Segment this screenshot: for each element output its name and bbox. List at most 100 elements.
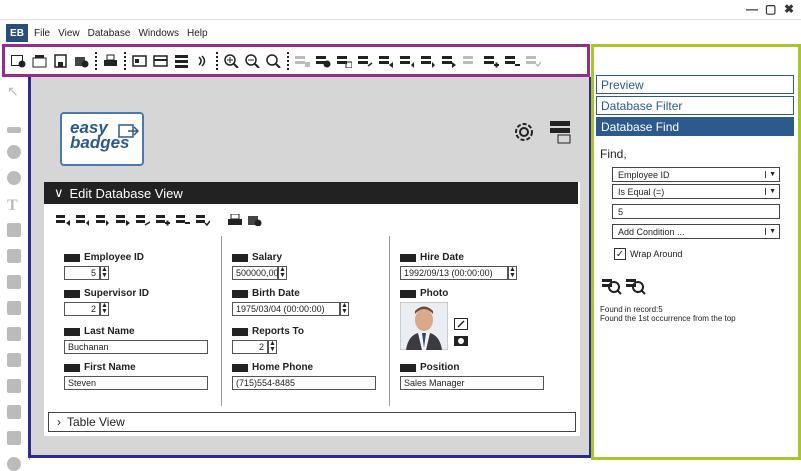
field-label: Birth Date xyxy=(252,288,300,299)
picture-tool-icon[interactable] xyxy=(7,353,21,367)
magstripe-tool-icon[interactable] xyxy=(7,405,21,419)
card2-icon[interactable] xyxy=(153,54,168,68)
camera-icon[interactable] xyxy=(454,334,468,346)
find-value-input[interactable]: 5 xyxy=(612,204,780,219)
signature-tool-icon[interactable] xyxy=(7,431,21,445)
reports-to-input[interactable]: 2 xyxy=(232,340,268,354)
menu-help[interactable]: Help xyxy=(187,28,208,39)
db-first-icon[interactable] xyxy=(379,54,394,68)
tab-database-find[interactable]: Database Find xyxy=(596,117,794,136)
spin-button[interactable]: ▲ ▼ xyxy=(508,266,517,280)
birth-date-input[interactable]: 1975/03/04 (00:00:00) xyxy=(232,302,340,316)
print-icon[interactable] xyxy=(228,214,242,226)
field-label: Supervisor ID xyxy=(84,288,150,299)
chevron-down-icon[interactable]: ∨ xyxy=(54,185,64,201)
zoom-fit-icon[interactable] xyxy=(266,53,281,68)
spin-button[interactable]: ▲ ▼ xyxy=(100,302,109,316)
db-remove-icon[interactable] xyxy=(176,214,190,226)
db-next-icon[interactable] xyxy=(96,214,110,226)
db-check-icon[interactable] xyxy=(196,214,210,226)
db-last-icon[interactable] xyxy=(442,54,457,68)
menu-view[interactable]: View xyxy=(58,28,80,39)
menu-windows[interactable]: Windows xyxy=(138,28,179,39)
gear-icon[interactable] xyxy=(512,120,536,144)
camera-tool-icon[interactable] xyxy=(7,379,21,393)
db-minus-icon[interactable] xyxy=(505,54,520,68)
menu-file[interactable]: File xyxy=(34,28,50,39)
spin-button[interactable]: ▲ ▼ xyxy=(100,266,109,280)
panel-header[interactable]: ∨ Edit Database View xyxy=(44,182,578,204)
find-result: Found in record:5 Found the 1st occurren… xyxy=(600,305,736,323)
spin-button[interactable]: ▲ ▼ xyxy=(340,302,349,316)
wrap-around-option[interactable]: ✓ Wrap Around xyxy=(614,248,682,260)
text-tool-icon[interactable]: T xyxy=(7,197,21,214)
pointer-icon[interactable]: ↖ xyxy=(7,83,21,99)
find-next-icon[interactable] xyxy=(626,277,646,295)
find-label: Find, xyxy=(600,147,627,161)
add-condition-select[interactable]: Add Condition ... ▼ xyxy=(612,224,780,239)
first-name-input[interactable]: Steven xyxy=(64,376,208,390)
db-undo-icon[interactable] xyxy=(358,54,373,68)
position-input[interactable]: Sales Manager xyxy=(400,376,544,390)
spin-button[interactable]: ▲ ▼ xyxy=(268,340,277,354)
ellipse-tool-icon[interactable] xyxy=(7,145,21,159)
delete-icon[interactable] xyxy=(248,214,262,226)
list-icon[interactable] xyxy=(174,54,189,68)
last-name-input[interactable]: Buchanan xyxy=(64,340,208,354)
rfid-icon[interactable] xyxy=(195,54,210,68)
menu-database[interactable]: Database xyxy=(88,28,131,39)
maximize-icon[interactable]: ▢ xyxy=(765,2,776,16)
delete-icon[interactable] xyxy=(74,54,89,68)
save-icon[interactable] xyxy=(53,53,68,68)
star-tool-icon[interactable] xyxy=(7,171,21,185)
fingerprint-tool-icon[interactable] xyxy=(7,457,21,471)
find-previous-icon[interactable] xyxy=(602,277,622,295)
db-undo-icon[interactable] xyxy=(136,214,150,226)
minimize-icon[interactable]: — xyxy=(746,2,758,16)
db-next-icon[interactable] xyxy=(421,54,436,68)
table-view-section[interactable]: › Table View xyxy=(48,412,576,432)
table-view-label: Table View xyxy=(67,415,125,429)
qrcode-tool-icon[interactable] xyxy=(7,301,21,315)
zoom-out-icon[interactable] xyxy=(245,53,260,68)
field-select[interactable]: Employee ID ▼ xyxy=(612,167,780,182)
field-label: Salary xyxy=(252,252,283,263)
db-remove-icon[interactable] xyxy=(484,54,499,68)
open-icon[interactable] xyxy=(32,54,47,68)
image-tool-icon[interactable] xyxy=(7,327,21,341)
home-phone-input[interactable]: (715)554-8485 xyxy=(232,376,376,390)
zoom-in-icon[interactable] xyxy=(224,53,239,68)
operator-select[interactable]: Is Equal (=) ▼ xyxy=(612,184,780,199)
toolbar-separator xyxy=(287,51,289,70)
edit-photo-icon[interactable] xyxy=(454,318,468,330)
db-sync-icon[interactable] xyxy=(337,54,352,68)
wrap-around-checkbox[interactable]: ✓ xyxy=(614,248,626,260)
add-condition-value: Add Condition ... xyxy=(618,226,685,237)
tab-preview[interactable]: Preview xyxy=(596,75,794,94)
hire-date-input[interactable]: 1992/09/13 (00:00:00) xyxy=(400,266,508,280)
barcode-tool-icon[interactable] xyxy=(7,275,21,289)
hire-date-field: Hire Date 1992/09/13 (00:00:00) ▲ ▼ xyxy=(400,252,517,280)
close-icon[interactable]: ✖ xyxy=(784,2,794,16)
new-record-icon[interactable] xyxy=(11,54,26,68)
db-prev-icon[interactable] xyxy=(400,54,415,68)
salary-input[interactable]: 500000,00 xyxy=(232,266,279,280)
date-tool-icon[interactable] xyxy=(7,249,21,263)
employee-photo[interactable] xyxy=(399,301,449,351)
db-prev-icon[interactable] xyxy=(76,214,90,226)
datafield-tool-icon[interactable] xyxy=(7,223,21,237)
db-add-icon[interactable] xyxy=(156,214,170,226)
spin-button[interactable]: ▲ ▼ xyxy=(278,266,287,280)
print-icon[interactable] xyxy=(103,54,118,68)
supervisor-id-input[interactable]: 2 xyxy=(64,302,100,316)
employee-id-input[interactable]: 5 xyxy=(64,266,100,280)
db-first-icon[interactable] xyxy=(56,214,70,226)
chevron-right-icon[interactable]: › xyxy=(57,415,61,429)
db-delete-icon[interactable] xyxy=(316,54,331,68)
rectangle-tool-icon[interactable] xyxy=(7,127,21,133)
tab-database-filter[interactable]: Database Filter xyxy=(596,96,794,115)
panel-title: Edit Database View xyxy=(69,185,183,201)
database-settings-icon[interactable] xyxy=(549,120,571,144)
db-last-icon[interactable] xyxy=(116,214,130,226)
card-icon[interactable] xyxy=(132,54,147,68)
